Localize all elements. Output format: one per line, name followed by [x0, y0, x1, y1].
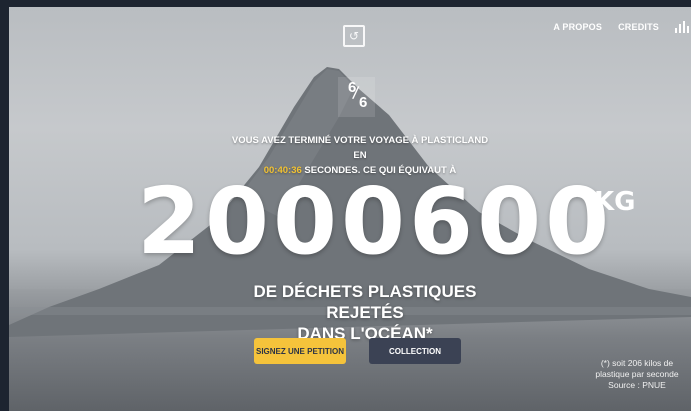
step-total: 6 [359, 94, 368, 111]
waste-caption: DE DÉCHETS PLASTIQUES REJETÉS DANS L'OCÉ… [215, 281, 515, 344]
footnote-line1: (*) soit 206 kilos de [600, 358, 674, 368]
nav-credits-link[interactable]: CREDITS [618, 22, 659, 32]
top-navigation: A PROPOS CREDITS [553, 21, 691, 33]
intro-line1: Vous avez terminé votre voyage à Plastic… [231, 135, 489, 161]
caption-line1: DE DÉCHETS PLASTIQUES REJETÉS [253, 282, 477, 322]
logo-icon[interactable]: ↺ [343, 25, 365, 47]
footnote-line2: plastique par seconde [595, 369, 679, 379]
scene-background: A PROPOS CREDITS ↺ 6 / 6 Vous avez termi… [9, 7, 691, 411]
collection-button[interactable]: COLLECTION [369, 338, 461, 364]
footnote-source: Source : PNUE [608, 380, 666, 390]
sign-petition-button[interactable]: SIGNEZ UNE PETITION [254, 338, 346, 364]
step-indicator: 6 / 6 [338, 77, 375, 117]
nav-about-link[interactable]: A PROPOS [553, 22, 602, 32]
waste-amount: 2000600 [137, 168, 614, 275]
footnote: (*) soit 206 kilos de plastique par seco… [591, 358, 683, 391]
waste-unit: KG [594, 187, 636, 217]
sound-bars-icon[interactable] [675, 21, 689, 33]
